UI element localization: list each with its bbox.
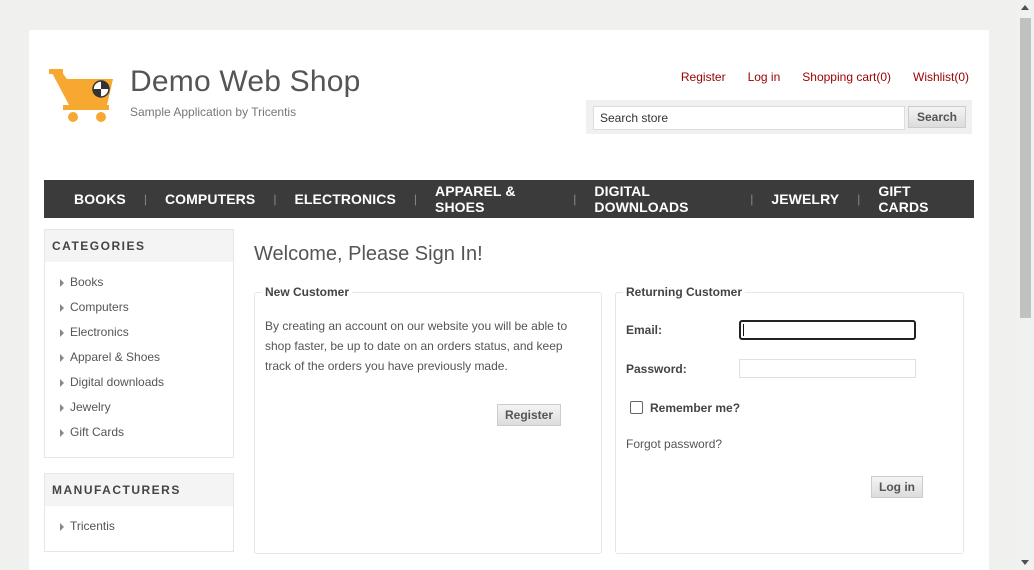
- scroll-down-arrow-icon[interactable]: [1021, 560, 1029, 565]
- login-button[interactable]: Log in: [871, 476, 923, 498]
- manufacturers-list: Tricentis: [45, 506, 233, 547]
- category-label[interactable]: Apparel & Shoes: [70, 345, 160, 370]
- text-caret: [743, 324, 744, 336]
- top-menu: BOOKS | COMPUTERS | ELECTRONICS | APPARE…: [44, 180, 974, 218]
- returning-customer-box: Returning Customer Email: Password: Reme…: [615, 285, 964, 554]
- manufacturer-item-tricentis[interactable]: Tricentis: [60, 514, 233, 539]
- category-item-computers[interactable]: Computers: [60, 295, 233, 320]
- arrow-right-icon: [60, 303, 64, 312]
- register-link[interactable]: Register: [681, 70, 726, 84]
- menu-item-electronics[interactable]: ELECTRONICS: [276, 191, 413, 207]
- search-button[interactable]: Search: [908, 106, 966, 128]
- password-label: Password:: [626, 362, 687, 376]
- new-customer-text: By creating an account on our website yo…: [265, 319, 568, 373]
- category-item-digital-downloads[interactable]: Digital downloads: [60, 370, 233, 395]
- menu-item-books[interactable]: BOOKS: [56, 191, 144, 207]
- category-item-electronics[interactable]: Electronics: [60, 320, 233, 345]
- category-label[interactable]: Digital downloads: [70, 370, 164, 395]
- menu-item-apparel-shoes[interactable]: APPAREL & SHOES: [417, 183, 573, 215]
- returning-customer-title: Returning Customer: [623, 285, 746, 299]
- menu-item-gift-cards[interactable]: GIFT CARDS: [860, 183, 974, 215]
- arrow-right-icon: [60, 522, 64, 531]
- manufacturers-title: MANUFACTURERS: [45, 474, 233, 506]
- search-box: Search: [586, 100, 972, 134]
- shop-subtitle: Sample Application by Tricentis: [130, 105, 297, 119]
- shopping-cart-icon[interactable]: [49, 67, 115, 123]
- forgot-password-link[interactable]: Forgot password?: [626, 437, 722, 451]
- scroll-thumb[interactable]: [1020, 18, 1031, 318]
- arrow-right-icon: [60, 328, 64, 337]
- menu-item-jewelry[interactable]: JEWELRY: [753, 191, 857, 207]
- category-item-books[interactable]: Books: [60, 270, 233, 295]
- page-title: Welcome, Please Sign In!: [254, 243, 483, 265]
- email-field[interactable]: [739, 320, 916, 340]
- shopping-cart-link[interactable]: Shopping cart(0): [802, 70, 891, 84]
- arrow-right-icon: [60, 403, 64, 412]
- category-label[interactable]: Electronics: [70, 320, 129, 345]
- arrow-right-icon: [60, 278, 64, 287]
- page-container: Demo Web Shop Sample Application by Tric…: [29, 30, 989, 570]
- manufacturer-label[interactable]: Tricentis: [70, 514, 115, 539]
- remember-me-label[interactable]: Remember me?: [650, 401, 740, 415]
- category-label[interactable]: Gift Cards: [70, 420, 124, 445]
- category-label[interactable]: Computers: [70, 295, 129, 320]
- shop-title[interactable]: Demo Web Shop: [130, 65, 361, 99]
- menu-item-digital-downloads[interactable]: DIGITAL DOWNLOADS: [576, 183, 750, 215]
- register-button[interactable]: Register: [497, 404, 561, 426]
- categories-block: CATEGORIES Books Computers Electronics A…: [44, 229, 234, 458]
- categories-title: CATEGORIES: [45, 230, 233, 262]
- category-item-gift-cards[interactable]: Gift Cards: [60, 420, 233, 445]
- header-links: Register Log in Shopping cart(0) Wishlis…: [681, 70, 969, 84]
- search-input[interactable]: [593, 106, 905, 130]
- arrow-right-icon: [60, 428, 64, 437]
- manufacturers-block: MANUFACTURERS Tricentis: [44, 473, 234, 552]
- new-customer-box: New Customer By creating an account on o…: [254, 285, 602, 554]
- login-link[interactable]: Log in: [748, 70, 781, 84]
- arrow-right-icon: [60, 378, 64, 387]
- remember-me-checkbox[interactable]: [630, 401, 643, 414]
- password-field[interactable]: [739, 359, 916, 378]
- category-item-jewelry[interactable]: Jewelry: [60, 395, 233, 420]
- new-customer-title: New Customer: [262, 285, 353, 299]
- categories-list: Books Computers Electronics Apparel & Sh…: [45, 262, 233, 453]
- scroll-up-arrow-icon[interactable]: [1021, 5, 1029, 10]
- category-label[interactable]: Books: [70, 270, 103, 295]
- category-label[interactable]: Jewelry: [70, 395, 111, 420]
- category-item-apparel-shoes[interactable]: Apparel & Shoes: [60, 345, 233, 370]
- menu-item-computers[interactable]: COMPUTERS: [147, 191, 273, 207]
- email-label: Email:: [626, 323, 663, 337]
- arrow-right-icon: [60, 353, 64, 362]
- wishlist-link[interactable]: Wishlist(0): [913, 70, 969, 84]
- vertical-scrollbar[interactable]: [1017, 0, 1034, 570]
